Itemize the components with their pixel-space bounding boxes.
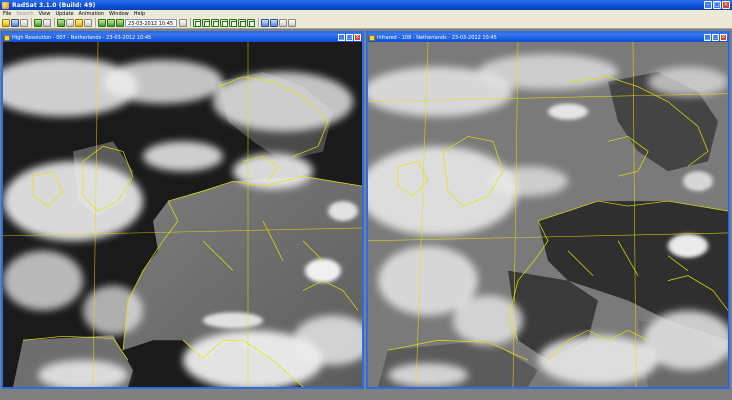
maximize-icon[interactable]: □: [712, 34, 719, 41]
play-icon[interactable]: [57, 18, 65, 27]
refresh-icon[interactable]: [20, 18, 28, 27]
toolbar-separator: [258, 18, 259, 27]
frame-icon[interactable]: [220, 18, 228, 27]
toolbar-separator: [31, 18, 32, 27]
frame-icon[interactable]: [229, 18, 237, 27]
date-field[interactable]: 23-03-2012 10:45: [125, 18, 177, 27]
toolbar-separator: [54, 18, 55, 27]
cascade-windows-icon[interactable]: [270, 18, 278, 27]
menu-view[interactable]: View: [39, 11, 51, 17]
toolbar-separator: [95, 18, 96, 27]
window-controls: _ □ ×: [338, 34, 361, 41]
layer-icon[interactable]: [34, 18, 42, 27]
window-titlebar[interactable]: High Resolution - 007 - Netherlands - 23…: [3, 33, 362, 42]
menu-search[interactable]: Search: [16, 11, 33, 17]
window-controls: – □ ×: [704, 1, 730, 9]
close-icon[interactable]: ×: [354, 34, 361, 41]
app-title: RadSat 3.1.0 (Build: 49): [12, 1, 96, 9]
minimize-icon[interactable]: _: [338, 34, 345, 41]
maximize-icon[interactable]: □: [346, 34, 353, 41]
frame-icon[interactable]: [238, 18, 246, 27]
minimize-icon[interactable]: _: [704, 34, 711, 41]
frame-icon[interactable]: [193, 18, 201, 27]
step-back-icon[interactable]: [98, 18, 106, 27]
arrow-down-icon[interactable]: [84, 18, 92, 27]
window-title: High Resolution - 007 - Netherlands - 23…: [12, 34, 152, 41]
satellite-image-infrared[interactable]: [368, 42, 728, 387]
menu-window[interactable]: Window: [109, 11, 129, 17]
window-icon: [4, 34, 10, 41]
minimize-icon[interactable]: –: [704, 1, 712, 9]
frame-icon[interactable]: [247, 18, 255, 27]
window-title: Infrared - 108 - Netherlands - 23-03-201…: [377, 34, 497, 41]
step-forward-icon[interactable]: [107, 18, 115, 27]
window-icon: [369, 34, 375, 41]
menu-animation[interactable]: Animation: [79, 11, 105, 17]
frame-icon[interactable]: [202, 18, 210, 27]
toolbar-separator: [190, 18, 191, 27]
main-titlebar: RadSat 3.1.0 (Build: 49) – □ ×: [0, 0, 732, 10]
calendar-icon[interactable]: [179, 18, 187, 27]
menu-help[interactable]: Help: [134, 11, 145, 17]
arrow-down-icon[interactable]: [43, 18, 51, 27]
frame-icon[interactable]: [211, 18, 219, 27]
grid-icon[interactable]: [279, 18, 287, 27]
window-titlebar[interactable]: Infrared - 108 - Netherlands - 23-03-201…: [368, 33, 728, 42]
close-icon[interactable]: ×: [722, 1, 730, 9]
high-resolution-window[interactable]: High Resolution - 007 - Netherlands - 23…: [1, 31, 364, 389]
maximize-icon[interactable]: □: [713, 1, 721, 9]
tile-windows-icon[interactable]: [261, 18, 269, 27]
arrow-down-icon[interactable]: [66, 18, 74, 27]
first-frame-icon[interactable]: [116, 18, 124, 27]
menu-update[interactable]: Update: [55, 11, 73, 17]
menu-bar: File Search View Update Animation Window…: [0, 10, 732, 17]
zoom-icon[interactable]: [75, 18, 83, 27]
satellite-icon[interactable]: [11, 18, 19, 27]
app-icon: [2, 1, 9, 9]
infrared-window[interactable]: Infrared - 108 - Netherlands - 23-03-201…: [366, 31, 730, 389]
satellite-image-visible[interactable]: [3, 42, 362, 387]
toolbar: 23-03-2012 10:45: [0, 17, 732, 29]
settings-icon[interactable]: [288, 18, 296, 27]
close-icon[interactable]: ×: [720, 34, 727, 41]
radar-icon[interactable]: [2, 18, 10, 27]
window-controls: _ □ ×: [704, 34, 727, 41]
menu-file[interactable]: File: [3, 11, 11, 17]
